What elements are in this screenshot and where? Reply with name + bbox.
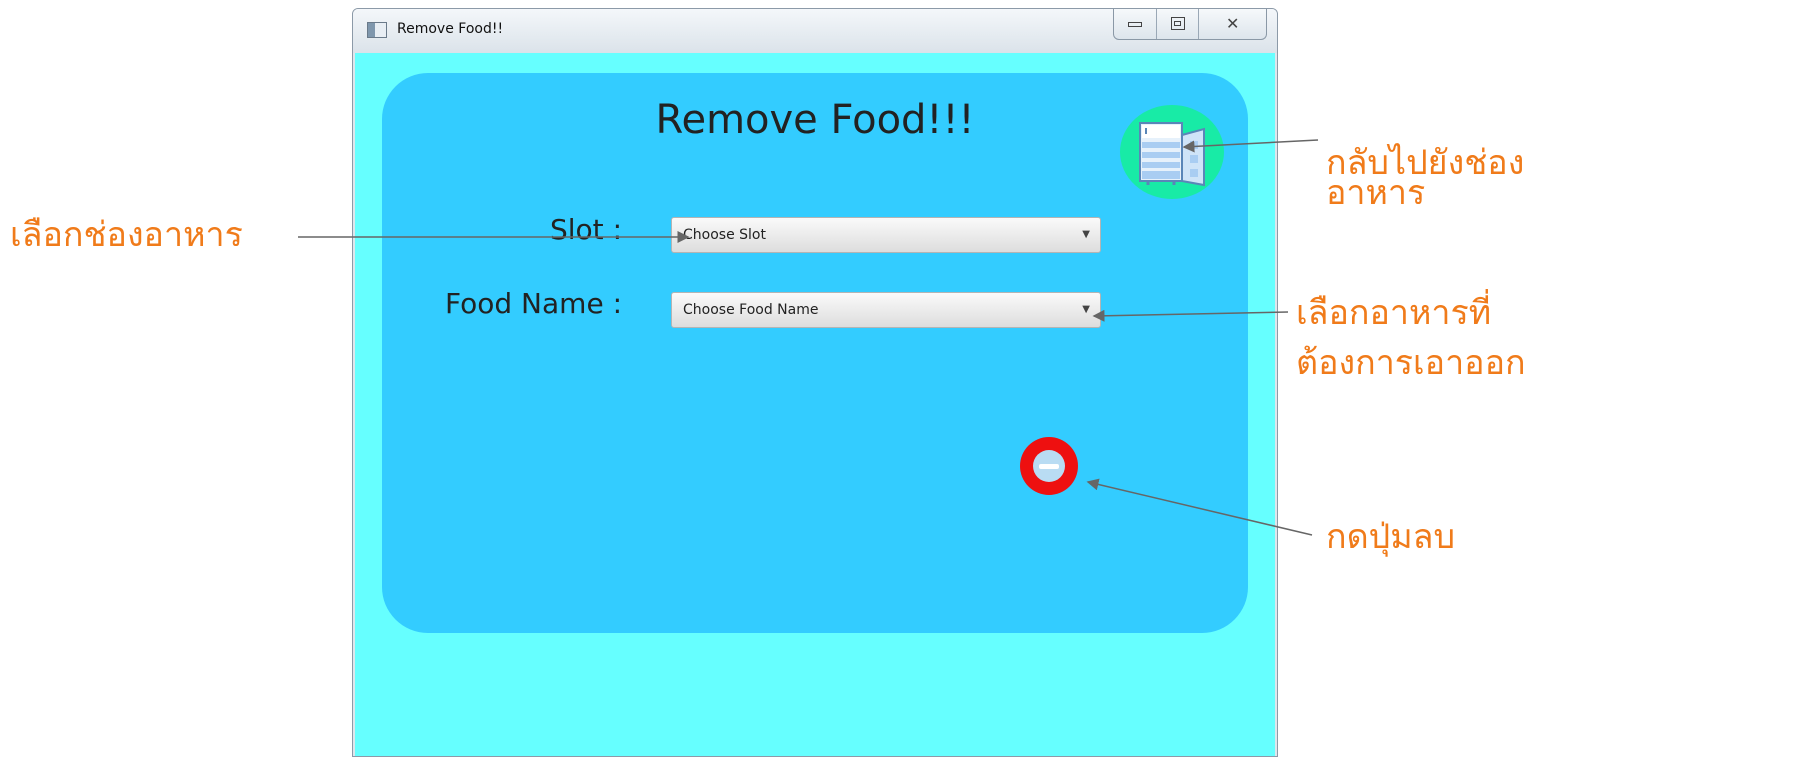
app-window-icon	[367, 22, 387, 38]
annotation-select-slot: เลือกช่องอาหาร	[10, 215, 243, 255]
screenshot-stage: Remove Food!! ✕ Remove Food!!! Slot: Ch…	[0, 0, 1804, 757]
window-client-area: Remove Food!!! Slot: Choose Slot ▼ Food…	[355, 53, 1275, 756]
minus-circle-icon	[1033, 450, 1065, 482]
annotation-remove-button: กดปุ่มลบ	[1326, 517, 1456, 557]
close-button[interactable]: ✕	[1199, 9, 1266, 39]
food-name-dropdown-value: Choose Food Name	[683, 302, 819, 318]
maximize-icon	[1170, 17, 1185, 30]
remove-food-window: Remove Food!! ✕ Remove Food!!! Slot: Ch…	[352, 8, 1278, 757]
annotation-food-line2: ต้องการเอาออก	[1296, 343, 1526, 383]
window-title: Remove Food!!	[397, 21, 504, 37]
close-icon: ✕	[1225, 14, 1240, 33]
maximize-button[interactable]	[1157, 9, 1200, 39]
fridge-icon	[1139, 122, 1205, 187]
remove-food-button[interactable]	[1020, 437, 1078, 495]
slot-dropdown-value: Choose Slot	[683, 227, 766, 243]
food-name-label: Food Name :	[445, 287, 622, 320]
chevron-down-icon: ▼	[1082, 304, 1090, 315]
back-to-slots-button[interactable]	[1120, 105, 1224, 199]
annotation-food-line1: เลือกอาหารที่	[1296, 293, 1492, 333]
slot-label: Slot :	[550, 213, 622, 246]
form-panel: Remove Food!!! Slot: Choose Slot ▼ Food…	[382, 73, 1248, 633]
slot-dropdown[interactable]: Choose Slot ▼	[671, 217, 1101, 253]
food-name-dropdown[interactable]: Choose Food Name ▼	[671, 292, 1101, 328]
annotation-back-line2: อาหาร	[1326, 173, 1426, 213]
title-bar[interactable]: Remove Food!! ✕	[353, 9, 1277, 53]
window-controls: ✕	[1113, 9, 1267, 40]
page-title: Remove Food!!!	[655, 97, 975, 143]
minimize-icon	[1127, 22, 1142, 27]
chevron-down-icon: ▼	[1082, 229, 1090, 240]
minimize-button[interactable]	[1114, 9, 1157, 39]
